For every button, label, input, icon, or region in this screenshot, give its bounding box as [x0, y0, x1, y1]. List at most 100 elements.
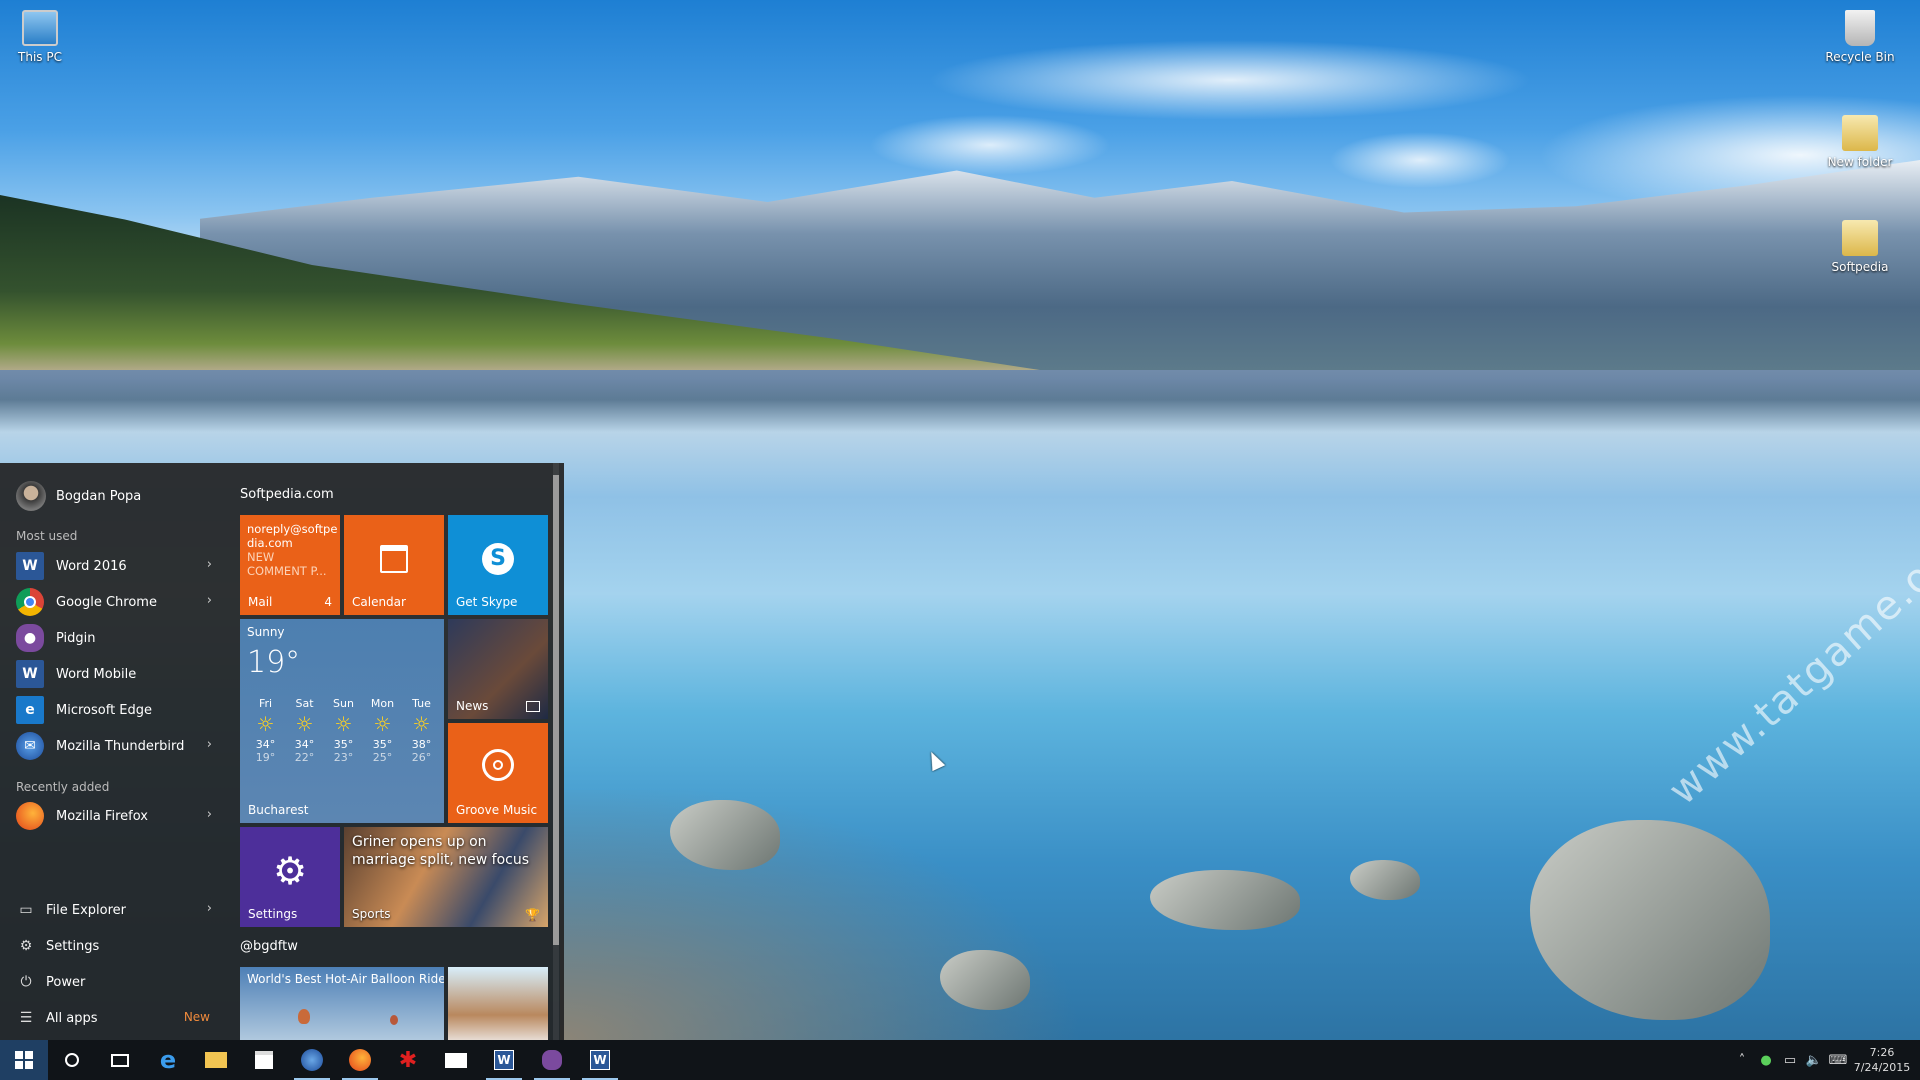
tray-app-icon: ● — [1760, 1052, 1772, 1068]
taskbar-edge[interactable]: e — [144, 1040, 192, 1080]
app-label: Word 2016 — [56, 558, 127, 574]
pidgin-icon: ● — [16, 624, 44, 652]
chevron-right-icon[interactable]: › — [207, 737, 212, 752]
user-account-button[interactable]: Bogdan Popa — [16, 481, 141, 511]
groove-music-icon — [482, 749, 514, 781]
task-view-button[interactable] — [96, 1040, 144, 1080]
scrollbar-thumb[interactable] — [553, 475, 559, 945]
taskbar-word-mobile[interactable]: W — [576, 1040, 624, 1080]
app-item-pidgin[interactable]: ● Pidgin — [0, 621, 228, 655]
tile-label: News — [456, 699, 489, 713]
settings-button[interactable]: ⚙ Settings — [0, 929, 228, 963]
tile-news[interactable]: News — [448, 619, 548, 719]
app-item-word-2016[interactable]: W Word 2016 › — [0, 549, 228, 583]
recently-added-heading: Recently added — [16, 780, 110, 794]
forecast-day-name: Fri — [258, 697, 273, 710]
forecast-high: 35° — [372, 738, 393, 751]
desktop-icon-this-pc[interactable]: This PC — [0, 10, 80, 64]
forecast-day: Fri ☼ 34° 19° — [246, 697, 285, 764]
tile-label: Get Skype — [456, 595, 518, 609]
chevron-right-icon[interactable]: › — [207, 557, 212, 572]
folder-icon — [1842, 220, 1878, 256]
show-hidden-icons-button[interactable]: ˄ — [1730, 1040, 1754, 1080]
system-item-label: Power — [46, 974, 86, 990]
gear-icon: ⚙ — [19, 938, 33, 954]
weather-temperature: 19° — [247, 645, 301, 680]
sun-icon: ☼ — [256, 712, 275, 736]
taskbar-pidgin[interactable] — [528, 1040, 576, 1080]
app-label: Google Chrome — [56, 594, 157, 610]
clock-time: 7:26 — [1869, 1046, 1895, 1059]
desktop-icon-recycle-bin[interactable]: Recycle Bin — [1820, 10, 1900, 64]
most-used-heading: Most used — [16, 529, 78, 543]
tile-groove-music[interactable]: Groove Music — [448, 723, 548, 823]
chevron-right-icon[interactable]: › — [207, 593, 212, 608]
network-button[interactable]: ▭ — [1778, 1040, 1802, 1080]
tile-sports[interactable]: Griner opens up on marriage split, new f… — [344, 827, 548, 927]
forecast-day: Sat ☼ 34° 22° — [285, 697, 324, 764]
desktop-icon-softpedia[interactable]: Softpedia — [1820, 220, 1900, 274]
pidgin-icon — [542, 1050, 562, 1070]
taskbar-file-explorer[interactable] — [192, 1040, 240, 1080]
taskbar-thunderbird[interactable] — [288, 1040, 336, 1080]
tray-app-button[interactable]: ● — [1754, 1040, 1778, 1080]
chevron-right-icon[interactable]: › — [207, 901, 212, 916]
volume-icon: 🔈 — [1805, 1052, 1823, 1068]
clock[interactable]: 7:26 7/24/2015 — [1852, 1040, 1912, 1080]
taskbar-mail[interactable] — [432, 1040, 480, 1080]
all-apps-button[interactable]: ☰ All apps New — [0, 1001, 228, 1035]
network-icon: ▭ — [1783, 1052, 1797, 1068]
app-item-mozilla-firefox[interactable]: Mozilla Firefox › — [0, 799, 228, 833]
start-menu: Bogdan Popa Most used W Word 2016 › Goog… — [0, 463, 564, 1040]
tile-label: Groove Music — [456, 803, 538, 817]
tile-weather[interactable]: Sunny 19° Fri ☼ 34° 19° Sat ☼ 34° 22° Su… — [240, 619, 444, 823]
tile-balloon-rides[interactable]: World's Best Hot-Air Balloon Rides — [240, 967, 444, 1040]
tile-get-skype[interactable]: S Get Skype — [448, 515, 548, 615]
app-item-microsoft-edge[interactable]: e Microsoft Edge — [0, 693, 228, 727]
taskbar-firefox[interactable] — [336, 1040, 384, 1080]
balloon-icon — [390, 1015, 398, 1025]
app-item-google-chrome[interactable]: Google Chrome › — [0, 585, 228, 619]
desktop-icon-label: This PC — [18, 50, 62, 64]
windows-start-icon — [15, 1051, 33, 1069]
tile-mail[interactable]: noreply@softpe dia.com NEW COMMENT P... … — [240, 515, 340, 615]
desktop-icon-label: Softpedia — [1831, 260, 1889, 274]
search-button[interactable] — [48, 1040, 96, 1080]
weather-condition: Sunny — [247, 625, 285, 639]
tile-settings[interactable]: ⚙ Settings — [240, 827, 340, 927]
start-menu-app-list: Bogdan Popa Most used W Word 2016 › Goog… — [0, 463, 228, 1040]
calendar-icon — [380, 545, 408, 573]
tile-scrollbar[interactable] — [553, 463, 559, 1040]
taskbar-store[interactable] — [240, 1040, 288, 1080]
forecast-low: 23° — [333, 751, 354, 764]
weather-forecast: Fri ☼ 34° 19° Sat ☼ 34° 22° Sun ☼ 35° 23… — [246, 697, 442, 764]
tile-person-photo[interactable] — [448, 967, 548, 1040]
tile-label: Calendar — [352, 595, 406, 609]
app-item-mozilla-thunderbird[interactable]: ✉ Mozilla Thunderbird › — [0, 729, 228, 763]
balloon-icon — [298, 1009, 310, 1024]
system-item-label: Settings — [46, 938, 100, 954]
taskbar-word[interactable]: W — [480, 1040, 528, 1080]
desktop-icon-new-folder[interactable]: New folder — [1820, 115, 1900, 169]
forecast-day: Mon ☼ 35° 25° — [363, 697, 402, 764]
taskbar: e ✱ W W ˄ ● ▭ 🔈 ⌨ 7:26 7/24/2015 — [0, 1040, 1920, 1080]
app-label: Word Mobile — [56, 666, 137, 682]
keyboard-button[interactable]: ⌨ — [1826, 1040, 1850, 1080]
file-explorer-button[interactable]: ▭ File Explorer › — [0, 893, 228, 927]
taskbar-red-app[interactable]: ✱ — [384, 1040, 432, 1080]
power-button[interactable]: ⏻ Power — [0, 965, 228, 999]
folder-icon: ▭ — [19, 902, 33, 918]
tile-calendar[interactable]: Calendar — [344, 515, 444, 615]
volume-button[interactable]: 🔈 — [1802, 1040, 1826, 1080]
news-icon — [526, 701, 540, 712]
tile-area: Softpedia.com noreply@softpe dia.com NEW… — [240, 463, 556, 1040]
sun-icon: ☼ — [295, 712, 314, 736]
system-item-label: All apps — [46, 1010, 98, 1026]
tile-label: Mail — [248, 595, 273, 609]
forecast-low: 22° — [294, 751, 315, 764]
power-icon: ⏻ — [20, 974, 32, 990]
app-item-word-mobile[interactable]: W Word Mobile — [0, 657, 228, 691]
chevron-right-icon[interactable]: › — [207, 807, 212, 822]
start-button[interactable] — [0, 1040, 48, 1080]
chevron-up-icon: ˄ — [1738, 1052, 1746, 1068]
